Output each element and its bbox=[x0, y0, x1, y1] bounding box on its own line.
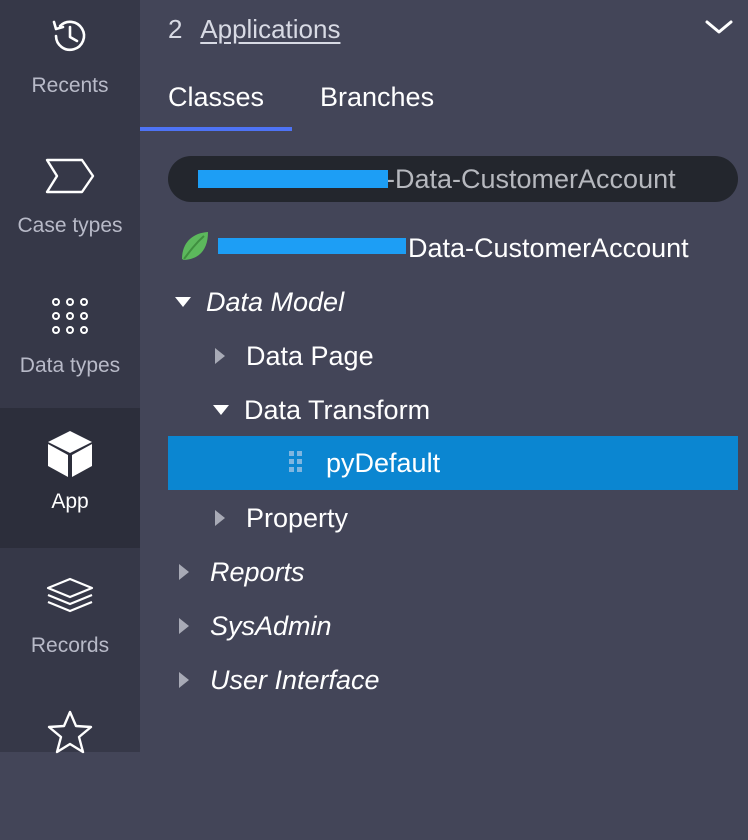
caret-right-icon[interactable] bbox=[178, 563, 210, 581]
layers-icon bbox=[45, 572, 95, 620]
caret-right-icon[interactable] bbox=[178, 617, 210, 635]
rail-label: Case types bbox=[17, 214, 123, 237]
tree-node-label: Data Transform bbox=[244, 394, 431, 425]
tree-node-property[interactable]: Property bbox=[214, 492, 348, 544]
tree-node-label: pyDefault bbox=[326, 448, 441, 478]
redaction-mark bbox=[218, 238, 406, 254]
tree-node-label: SysAdmin bbox=[210, 610, 332, 641]
tree-node-reports[interactable]: Reports bbox=[178, 546, 305, 598]
tab-branches[interactable]: Branches bbox=[320, 82, 434, 113]
tree-node-label: Property bbox=[246, 502, 349, 533]
applications-header: 2 Applications bbox=[168, 14, 340, 45]
tree-node-label: Data Page bbox=[246, 340, 374, 371]
grid-dots-icon bbox=[50, 292, 90, 340]
rail-item-app[interactable]: App bbox=[0, 408, 140, 548]
chevron-down-icon[interactable] bbox=[704, 18, 734, 41]
tree-node-data-model[interactable]: Data Model bbox=[174, 276, 344, 328]
active-tab-indicator bbox=[140, 127, 292, 131]
rail-item-recents[interactable]: Recents bbox=[0, 0, 140, 140]
tab-classes[interactable]: Classes bbox=[168, 82, 264, 113]
application-count: 2 bbox=[168, 14, 183, 44]
applications-link[interactable]: Applications bbox=[200, 14, 340, 44]
history-icon bbox=[49, 12, 91, 60]
rail-item-records[interactable]: Records bbox=[0, 560, 140, 700]
caret-right-icon[interactable] bbox=[214, 347, 246, 365]
rail-item-favorites[interactable] bbox=[0, 700, 140, 840]
caret-right-icon[interactable] bbox=[178, 671, 210, 689]
cube-icon bbox=[46, 430, 94, 478]
caret-right-icon[interactable] bbox=[214, 509, 246, 527]
caret-down-icon[interactable] bbox=[174, 296, 206, 308]
class-node-label: Data-CustomerAccount bbox=[408, 232, 689, 263]
leaf-icon bbox=[178, 229, 210, 268]
rail-item-data-types[interactable]: Data types bbox=[0, 280, 140, 420]
rail-label: Data types bbox=[19, 354, 121, 377]
tree-node-label: Reports bbox=[210, 556, 305, 587]
class-node[interactable]: Data-CustomerAccount bbox=[178, 226, 689, 270]
case-type-icon bbox=[44, 152, 96, 200]
tree-node-pydefault[interactable]: pyDefault bbox=[168, 436, 738, 490]
tree-node-label: User Interface bbox=[210, 664, 380, 695]
rail-label: Recents bbox=[31, 74, 109, 97]
tree-node-data-transform[interactable]: Data Transform bbox=[212, 384, 430, 436]
tree-node-sysadmin[interactable]: SysAdmin bbox=[178, 600, 332, 652]
rail-item-case-types[interactable]: Case types bbox=[0, 140, 140, 280]
explorer-tabs: Classes Branches bbox=[140, 76, 748, 132]
star-icon bbox=[46, 708, 94, 756]
left-rail: Recents Case types Data types App Record… bbox=[0, 0, 140, 754]
tree-node-user-interface[interactable]: User Interface bbox=[178, 654, 380, 706]
tree-node-data-page[interactable]: Data Page bbox=[214, 330, 374, 382]
tree-node-label: Data Model bbox=[206, 286, 345, 317]
redaction-mark bbox=[198, 170, 388, 188]
class-search-value: -Data-CustomerAccount bbox=[386, 163, 676, 194]
rail-label: App bbox=[51, 490, 89, 513]
class-search-input[interactable]: -Data-CustomerAccount bbox=[168, 156, 738, 202]
app-explorer-panel: 2 Applications Classes Branches -Data-Cu… bbox=[140, 0, 748, 752]
caret-down-icon[interactable] bbox=[212, 404, 244, 416]
drag-handle-icon[interactable] bbox=[288, 450, 304, 479]
rail-label: Records bbox=[30, 634, 110, 657]
